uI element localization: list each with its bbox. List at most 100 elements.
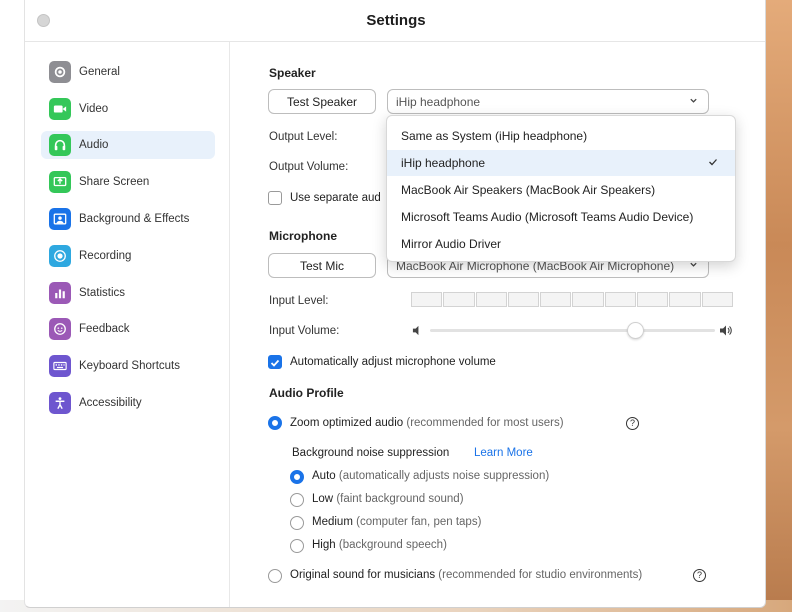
sidebar-item-statistics[interactable]: Statistics xyxy=(41,279,215,307)
test-speaker-button[interactable]: Test Speaker xyxy=(268,89,376,114)
level-segment xyxy=(507,292,540,307)
noise-low-radio[interactable] xyxy=(290,493,304,507)
noise-high-radio[interactable] xyxy=(290,539,304,553)
sidebar-item-label: Share Screen xyxy=(79,176,150,188)
noise-low-text: Low xyxy=(312,493,334,505)
speaker-dropdown-menu: Same as System (iHip headphone) iHip hea… xyxy=(386,115,736,262)
speaker-option-label: iHip headphone xyxy=(401,156,486,170)
recording-icon xyxy=(49,245,71,267)
noise-medium-label: Medium (computer fan, pen taps) xyxy=(312,516,481,528)
sidebar-item-general[interactable]: General xyxy=(41,58,215,86)
title-bar: Settings xyxy=(25,0,765,42)
speaker-option-label: Microsoft Teams Audio (Microsoft Teams A… xyxy=(401,210,694,224)
help-icon[interactable]: ? xyxy=(693,569,706,582)
sidebar-item-label: Keyboard Shortcuts xyxy=(79,360,181,372)
separate-audio-label: Use separate aud xyxy=(290,192,381,204)
gear-icon xyxy=(49,61,71,83)
sidebar-item-video[interactable]: Video xyxy=(41,95,215,123)
accessibility-icon xyxy=(49,392,71,414)
level-segment xyxy=(701,292,733,307)
sidebar-item-background-effects[interactable]: Background & Effects xyxy=(41,205,215,233)
level-segment xyxy=(604,292,637,307)
video-camera-icon xyxy=(49,98,71,120)
auto-adjust-mic-checkbox[interactable] xyxy=(268,355,282,369)
speaker-option[interactable]: Same as System (iHip headphone) xyxy=(387,123,735,149)
zoom-optimized-label: Zoom optimized audio (recommended for mo… xyxy=(290,417,564,429)
input-volume-slider-thumb[interactable] xyxy=(626,322,644,339)
auto-adjust-mic-label: Automatically adjust microphone volume xyxy=(290,356,496,368)
sidebar-item-accessibility[interactable]: Accessibility xyxy=(41,389,215,417)
feedback-icon xyxy=(49,318,71,340)
speaker-option[interactable]: Microsoft Teams Audio (Microsoft Teams A… xyxy=(387,204,735,230)
noise-low-label: Low (faint background sound) xyxy=(312,493,464,505)
input-volume-slider-track[interactable] xyxy=(430,329,715,332)
learn-more-link[interactable]: Learn More xyxy=(474,447,533,459)
statistics-icon xyxy=(49,282,71,304)
noise-auto-hint: (automatically adjusts noise suppression… xyxy=(338,470,550,482)
speaker-section-title: Speaker xyxy=(269,66,316,80)
noise-medium-hint: (computer fan, pen taps) xyxy=(356,516,482,528)
sidebar-item-feedback[interactable]: Feedback xyxy=(41,315,215,343)
zoom-optimized-radio[interactable] xyxy=(268,416,282,430)
input-volume-label: Input Volume: xyxy=(269,325,340,337)
noise-suppression-label: Background noise suppression xyxy=(292,447,450,459)
noise-medium-text: Medium xyxy=(312,516,353,528)
sidebar-item-label: Accessibility xyxy=(79,397,142,409)
level-segment xyxy=(637,292,669,307)
keyboard-icon xyxy=(49,355,71,377)
noise-auto-label: Auto (automatically adjusts noise suppre… xyxy=(312,470,549,482)
audio-profile-title: Audio Profile xyxy=(269,386,344,400)
sidebar-item-label: Recording xyxy=(79,250,132,262)
speaker-option[interactable]: MacBook Air Speakers (MacBook Air Speake… xyxy=(387,177,735,203)
help-icon[interactable]: ? xyxy=(626,417,639,430)
sidebar: General Video Audio Share Screen Backgro… xyxy=(25,42,230,607)
noise-auto-text: Auto xyxy=(312,470,336,482)
input-level-label: Input Level: xyxy=(269,295,329,307)
headphones-icon xyxy=(49,134,71,156)
microphone-section-title: Microphone xyxy=(269,229,337,243)
level-segment xyxy=(669,292,701,307)
speaker-option-label: Mirror Audio Driver xyxy=(401,237,502,251)
original-sound-hint: (recommended for studio environments) xyxy=(438,569,643,581)
sidebar-item-label: Video xyxy=(79,103,109,115)
output-volume-label: Output Volume: xyxy=(269,161,349,173)
input-level-meter xyxy=(411,292,733,307)
original-sound-radio[interactable] xyxy=(268,569,282,583)
noise-high-label: High (background speech) xyxy=(312,539,447,551)
noise-low-hint: (faint background sound) xyxy=(336,493,464,505)
sidebar-item-share-screen[interactable]: Share Screen xyxy=(41,168,215,196)
speaker-option[interactable]: Mirror Audio Driver xyxy=(387,231,735,257)
sidebar-item-label: Statistics xyxy=(79,287,126,299)
share-screen-icon xyxy=(49,171,71,193)
sidebar-item-label: Background & Effects xyxy=(79,213,190,225)
level-segment xyxy=(572,292,604,307)
zoom-optimized-hint: (recommended for most users) xyxy=(406,417,564,429)
separate-audio-checkbox[interactable] xyxy=(268,191,282,205)
original-sound-label: Original sound for musicians (recommende… xyxy=(290,569,642,581)
volume-high-icon xyxy=(720,325,732,336)
noise-high-text: High xyxy=(312,539,336,551)
speaker-option-selected[interactable]: iHip headphone xyxy=(387,150,735,176)
noise-auto-radio[interactable] xyxy=(290,470,304,484)
sidebar-item-label: Feedback xyxy=(79,323,130,335)
noise-medium-radio[interactable] xyxy=(290,516,304,530)
original-sound-text: Original sound for musicians xyxy=(290,569,436,581)
speaker-select-value: iHip headphone xyxy=(396,94,481,109)
sidebar-item-keyboard-shortcuts[interactable]: Keyboard Shortcuts xyxy=(41,352,215,380)
volume-low-icon xyxy=(412,325,419,336)
output-level-label: Output Level: xyxy=(269,131,338,143)
speaker-select[interactable]: iHip headphone xyxy=(387,89,709,114)
test-mic-button[interactable]: Test Mic xyxy=(268,253,376,278)
zoom-optimized-text: Zoom optimized audio xyxy=(290,417,404,429)
sidebar-item-label: General xyxy=(79,66,120,78)
level-segment xyxy=(475,292,507,307)
speaker-option-label: MacBook Air Speakers (MacBook Air Speake… xyxy=(401,183,656,197)
sidebar-item-label: Audio xyxy=(79,139,109,151)
checkmark-icon xyxy=(709,159,717,166)
sidebar-item-audio[interactable]: Audio xyxy=(41,131,215,159)
desktop-background xyxy=(766,0,792,612)
speaker-option-label: Same as System (iHip headphone) xyxy=(401,129,588,143)
checkmark-icon xyxy=(270,359,280,367)
level-segment xyxy=(443,292,475,307)
sidebar-item-recording[interactable]: Recording xyxy=(41,242,215,270)
